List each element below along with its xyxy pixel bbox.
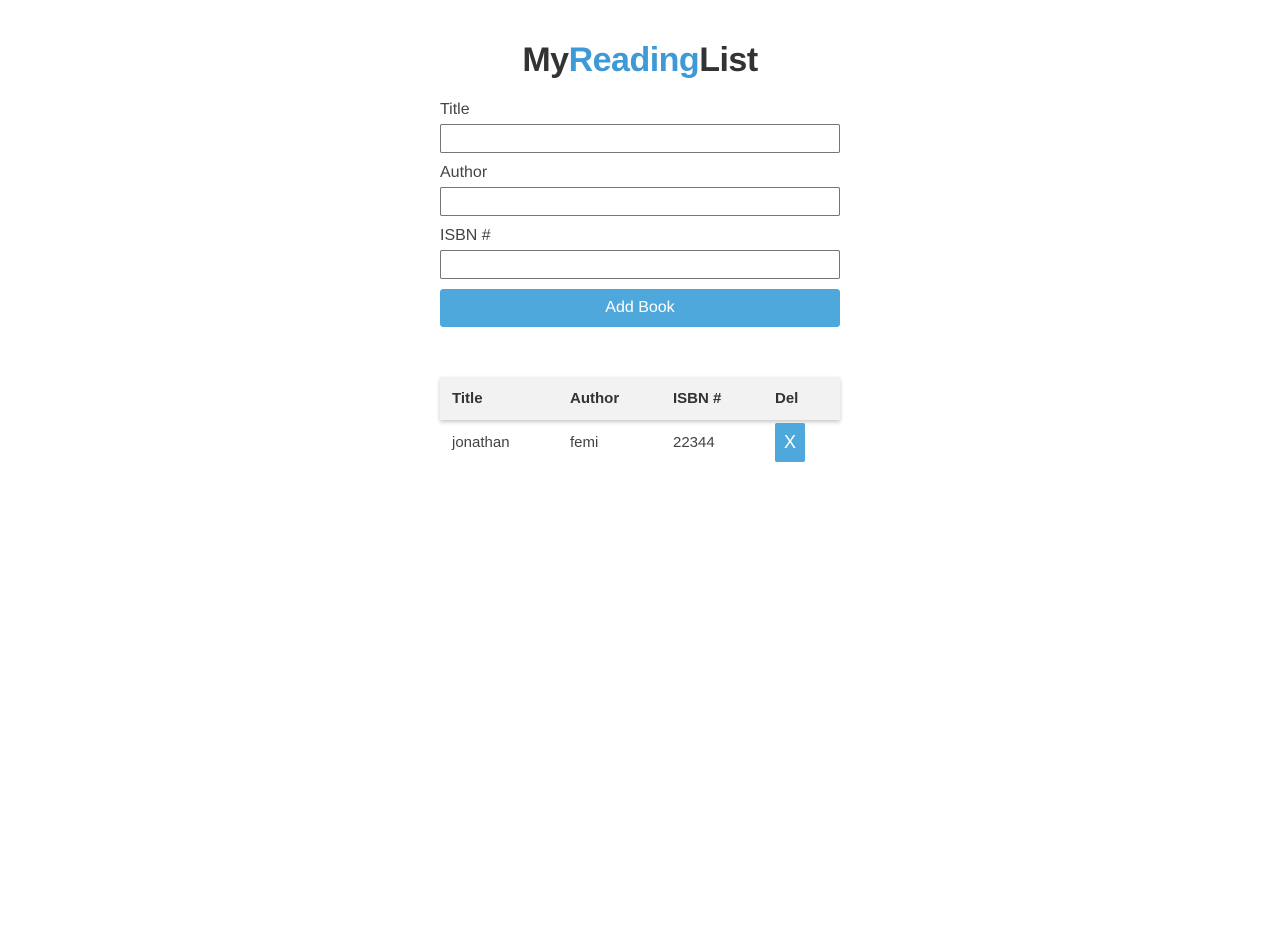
column-header-del: Del (775, 390, 799, 407)
title-part-reading: Reading (568, 41, 700, 79)
book-list: jonathan femi 22344 X (440, 420, 840, 464)
title-label: Title (440, 101, 470, 118)
table-header: Title Author ISBN # Del (440, 377, 840, 420)
title-input[interactable] (440, 124, 840, 153)
isbn-input[interactable] (440, 250, 840, 279)
table-row: jonathan femi 22344 X (440, 420, 840, 464)
book-isbn-cell: 22344 (673, 433, 715, 451)
add-book-button[interactable]: Add Book (440, 289, 840, 327)
book-title-cell: jonathan (452, 433, 510, 451)
table-header-row: Title Author ISBN # Del (440, 377, 840, 420)
book-list-table: Title Author ISBN # Del jonathan femi 22… (440, 377, 840, 464)
page-title: MyReadingList (0, 38, 1280, 82)
column-header-isbn: ISBN # (673, 390, 722, 407)
book-author-cell: femi (570, 433, 599, 451)
column-header-author: Author (570, 390, 620, 407)
author-input[interactable] (440, 187, 840, 216)
author-label: Author (440, 164, 488, 181)
isbn-label: ISBN # (440, 227, 491, 244)
delete-book-button[interactable]: X (775, 422, 805, 462)
title-part-list: List (699, 41, 758, 79)
title-part-my: My (522, 41, 569, 79)
column-header-title: Title (452, 390, 483, 407)
page: MyReadingList Title Author ISBN # Add Bo… (0, 0, 1280, 950)
book-delete-cell: X (763, 420, 840, 464)
